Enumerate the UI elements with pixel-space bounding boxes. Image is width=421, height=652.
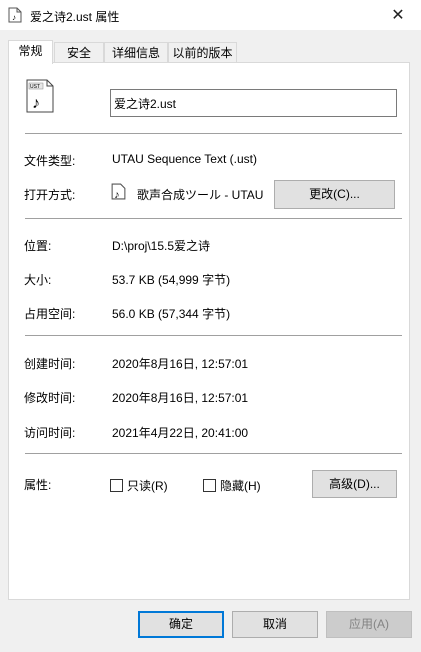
tab-details[interactable]: 详细信息 xyxy=(104,42,168,62)
size-value: 53.7 KB (54,999 字节) xyxy=(112,273,231,287)
general-panel: UST ♪ 爱之诗2.ust 文件类型: UTAU Sequence Text … xyxy=(8,62,410,600)
location-value: D:\proj\15.5爱之诗 xyxy=(112,239,211,253)
tab-general[interactable]: 常规 xyxy=(8,40,53,64)
readonly-label: 只读(R) xyxy=(127,479,168,493)
readonly-checkbox[interactable]: 只读(R) xyxy=(110,477,168,494)
svg-text:♪: ♪ xyxy=(114,189,119,200)
filename-input[interactable]: 爱之诗2.ust xyxy=(110,89,397,117)
divider xyxy=(25,453,402,454)
title-bar: ♪ 爱之诗2.ust 属性 ✕ xyxy=(0,0,421,30)
location-label: 位置: xyxy=(24,239,52,253)
modified-value: 2020年8月16日, 12:57:01 xyxy=(112,391,249,405)
tab-security[interactable]: 安全 xyxy=(54,42,104,62)
advanced-button[interactable]: 高级(D)... xyxy=(312,470,397,498)
open-with-label: 打开方式: xyxy=(24,188,76,202)
open-with-value: 歌声合成ツール - UTAU xyxy=(137,188,264,202)
file-type-label: 文件类型: xyxy=(24,154,76,168)
svg-text:♪: ♪ xyxy=(32,95,40,112)
file-icon: ♪ xyxy=(8,7,22,23)
accessed-label: 访问时间: xyxy=(24,426,76,440)
created-value: 2020年8月16日, 12:57:01 xyxy=(112,357,249,371)
ust-file-icon: UST ♪ xyxy=(26,79,54,113)
apply-button[interactable]: 应用(A) xyxy=(326,611,412,638)
divider xyxy=(25,133,402,134)
window-title: 爱之诗2.ust 属性 xyxy=(30,10,120,24)
size-on-disk-value: 56.0 KB (57,344 字节) xyxy=(112,307,231,321)
utau-app-icon: ♪ xyxy=(111,183,126,200)
cancel-button[interactable]: 取消 xyxy=(232,611,318,638)
change-button[interactable]: 更改(C)... xyxy=(274,180,395,209)
close-icon: ✕ xyxy=(391,7,405,24)
file-type-value: UTAU Sequence Text (.ust) xyxy=(112,152,257,166)
size-on-disk-label: 占用空间: xyxy=(24,307,76,321)
svg-text:♪: ♪ xyxy=(12,13,16,22)
size-label: 大小: xyxy=(24,273,52,287)
svg-text:UST: UST xyxy=(30,84,40,90)
ok-button[interactable]: 确定 xyxy=(138,611,224,638)
created-label: 创建时间: xyxy=(24,357,76,371)
hidden-label: 隐藏(H) xyxy=(220,479,261,493)
hidden-checkbox[interactable]: 隐藏(H) xyxy=(203,477,261,494)
close-button[interactable]: ✕ xyxy=(375,0,421,30)
accessed-value: 2021年4月22日, 20:41:00 xyxy=(112,426,249,440)
tab-previous-versions[interactable]: 以前的版本 xyxy=(168,42,237,62)
divider xyxy=(25,218,402,219)
modified-label: 修改时间: xyxy=(24,391,76,405)
divider xyxy=(25,335,402,336)
attributes-label: 属性: xyxy=(24,478,52,492)
